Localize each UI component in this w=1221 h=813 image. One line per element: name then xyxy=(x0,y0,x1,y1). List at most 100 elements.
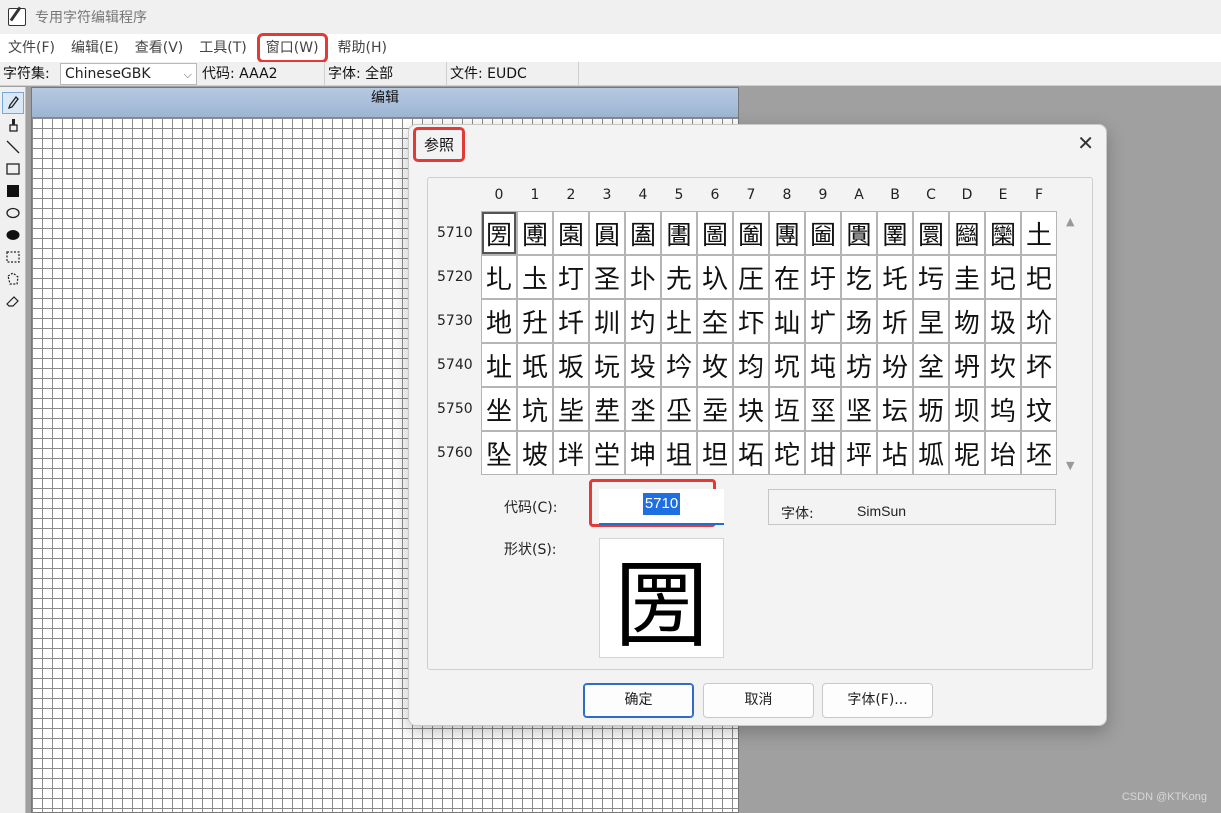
character-cell[interactable]: 圽 xyxy=(949,299,985,343)
character-cell[interactable]: 圲 xyxy=(553,299,589,343)
character-cell[interactable]: 坁 xyxy=(517,343,553,387)
character-cell[interactable]: 圩 xyxy=(805,255,841,299)
character-cell[interactable]: 坕 xyxy=(661,387,697,431)
character-cell[interactable]: 圡 xyxy=(517,255,553,299)
character-cell[interactable]: 圱 xyxy=(517,299,553,343)
character-cell[interactable]: 坌 xyxy=(913,343,949,387)
character-cell[interactable]: 圻 xyxy=(877,299,913,343)
character-cell[interactable]: 圠 xyxy=(481,255,517,299)
brush-tool[interactable] xyxy=(2,114,24,136)
character-cell[interactable]: 坞 xyxy=(985,387,1021,431)
character-cell[interactable]: 圥 xyxy=(661,255,697,299)
character-cell[interactable]: 场 xyxy=(841,299,877,343)
character-cell[interactable]: 坚 xyxy=(841,387,877,431)
freeform-select-tool[interactable] xyxy=(2,268,24,290)
character-cell[interactable]: 坆 xyxy=(697,343,733,387)
ok-button[interactable]: 确定 xyxy=(583,683,694,718)
character-cell[interactable]: 坎 xyxy=(985,343,1021,387)
character-cell[interactable]: 圦 xyxy=(697,255,733,299)
character-cell[interactable]: 坟 xyxy=(1021,387,1057,431)
character-cell[interactable]: 址 xyxy=(481,343,517,387)
character-cell[interactable]: 圗 xyxy=(733,211,769,255)
character-cell[interactable]: 坍 xyxy=(949,343,985,387)
character-cell[interactable]: 坒 xyxy=(553,387,589,431)
character-cell[interactable]: 圤 xyxy=(625,255,661,299)
character-cell[interactable]: 圮 xyxy=(985,255,1021,299)
character-cell[interactable]: 圛 xyxy=(877,211,913,255)
character-cell[interactable]: 圾 xyxy=(985,299,1021,343)
character-cell[interactable]: 坮 xyxy=(985,431,1021,475)
character-cell[interactable]: 坧 xyxy=(733,431,769,475)
menu-view[interactable]: 查看(V) xyxy=(127,34,192,62)
scroll-down-icon[interactable]: ▼ xyxy=(1066,459,1074,472)
character-cell[interactable]: 坋 xyxy=(877,343,913,387)
character-cell[interactable]: 块 xyxy=(733,387,769,431)
character-cell[interactable]: 坝 xyxy=(949,387,985,431)
character-cell[interactable]: 圪 xyxy=(841,255,877,299)
character-cell[interactable]: 坤 xyxy=(625,431,661,475)
character-cell[interactable]: 坭 xyxy=(949,431,985,475)
character-cell[interactable]: 圭 xyxy=(949,255,985,299)
menu-tools[interactable]: 工具(T) xyxy=(191,34,254,62)
character-cell[interactable]: 在 xyxy=(769,255,805,299)
character-cell[interactable]: 坃 xyxy=(589,343,625,387)
menu-help[interactable]: 帮助(H) xyxy=(330,34,395,62)
close-icon[interactable]: ✕ xyxy=(1077,133,1094,153)
menu-window[interactable]: 窗口(W) xyxy=(256,33,328,63)
character-cell[interactable]: 圫 xyxy=(877,255,913,299)
character-cell[interactable]: 坈 xyxy=(769,343,805,387)
character-cell[interactable]: 圼 xyxy=(913,299,949,343)
menu-edit[interactable]: 编辑(E) xyxy=(63,34,127,62)
character-cell[interactable]: 圿 xyxy=(1021,299,1057,343)
character-cell[interactable]: 坨 xyxy=(769,431,805,475)
character-cell[interactable]: 坐 xyxy=(481,387,517,431)
character-cell[interactable]: 坛 xyxy=(877,387,913,431)
character-cell[interactable]: 圔 xyxy=(625,211,661,255)
character-cell[interactable]: 坦 xyxy=(697,431,733,475)
line-tool[interactable] xyxy=(2,136,24,158)
character-cell[interactable]: 坄 xyxy=(625,343,661,387)
character-cell[interactable]: 坫 xyxy=(877,431,913,475)
character-cell[interactable]: 坬 xyxy=(913,431,949,475)
scroll-up-icon[interactable]: ▲ xyxy=(1066,215,1074,228)
character-cell[interactable]: 圙 xyxy=(805,211,841,255)
character-cell[interactable]: 均 xyxy=(733,343,769,387)
character-cell[interactable]: 圐 xyxy=(481,211,517,255)
character-cell[interactable]: 坡 xyxy=(517,431,553,475)
character-cell[interactable]: 坯 xyxy=(1021,431,1057,475)
character-cell[interactable]: 團 xyxy=(769,211,805,255)
character-cell[interactable]: 坜 xyxy=(913,387,949,431)
character-cell[interactable]: 圶 xyxy=(697,299,733,343)
character-cell[interactable]: 坉 xyxy=(805,343,841,387)
filled-ellipse-tool[interactable] xyxy=(2,224,24,246)
character-cell[interactable]: 圧 xyxy=(733,255,769,299)
rect-select-tool[interactable] xyxy=(2,246,24,268)
character-cell[interactable]: 圴 xyxy=(625,299,661,343)
character-cell[interactable]: 坑 xyxy=(517,387,553,431)
character-cell[interactable]: 坣 xyxy=(589,431,625,475)
filled-rect-tool[interactable] xyxy=(2,180,24,202)
character-cell[interactable]: 坊 xyxy=(841,343,877,387)
character-cell[interactable]: 圑 xyxy=(517,211,553,255)
character-cell[interactable]: 坅 xyxy=(661,343,697,387)
character-cell[interactable]: 地 xyxy=(481,299,517,343)
character-cell[interactable]: 圹 xyxy=(805,299,841,343)
character-cell[interactable]: 坔 xyxy=(625,387,661,431)
character-cell[interactable]: 圞 xyxy=(985,211,1021,255)
character-cell[interactable]: 圢 xyxy=(553,255,589,299)
character-cell[interactable]: 圣 xyxy=(589,255,625,299)
character-cell[interactable]: 圝 xyxy=(949,211,985,255)
character-cell[interactable]: 圓 xyxy=(589,211,625,255)
character-cell[interactable]: 圯 xyxy=(1021,255,1057,299)
font-button[interactable]: 字体(F)... xyxy=(822,683,933,718)
character-cell[interactable]: 圖 xyxy=(697,211,733,255)
character-cell[interactable]: 圚 xyxy=(841,211,877,255)
code-input[interactable]: 5710 xyxy=(599,489,724,525)
character-cell[interactable]: 坂 xyxy=(553,343,589,387)
character-cell[interactable]: 坓 xyxy=(589,387,625,431)
character-cell[interactable]: 坥 xyxy=(661,431,697,475)
menu-file[interactable]: 文件(F) xyxy=(0,34,63,62)
character-cell[interactable]: 坘 xyxy=(769,387,805,431)
character-cell[interactable]: 圬 xyxy=(913,255,949,299)
character-cell[interactable]: 坪 xyxy=(841,431,877,475)
